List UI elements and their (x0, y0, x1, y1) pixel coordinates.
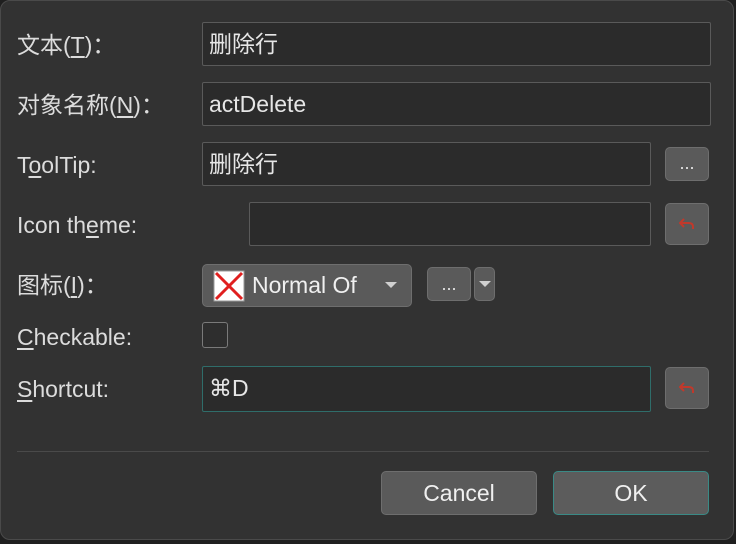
ok-button[interactable]: OK (553, 471, 709, 515)
chevron-down-icon (385, 282, 397, 288)
action-editor-dialog: 文本(T)： 删除行 对象名称(N)： actDelete ToolTip: 删… (0, 0, 734, 540)
icon-theme-field[interactable] (249, 202, 651, 246)
separator (17, 451, 709, 452)
icon-browse-button[interactable]: ... (427, 267, 471, 301)
shortcut-field[interactable]: ⌘D (202, 366, 651, 412)
reset-arrow-icon (678, 382, 694, 393)
icon-theme-label: Icon theme: (17, 212, 138, 238)
shortcut-reset-button[interactable] (665, 367, 709, 409)
chevron-down-icon (479, 281, 491, 287)
reset-arrow-icon (678, 218, 694, 229)
object-name-field[interactable]: actDelete (202, 82, 711, 126)
icon-menu-button[interactable] (474, 267, 495, 301)
icon-theme-reset-button[interactable] (665, 203, 709, 245)
icon-mode-value: Normal Of (252, 272, 357, 298)
text-label: 文本(T)： (17, 32, 116, 58)
cancel-button[interactable]: Cancel (381, 471, 537, 515)
tooltip-label: ToolTip: (17, 152, 97, 178)
icon-label: 图标(I)： (17, 272, 108, 298)
shortcut-label: Shortcut: (17, 376, 110, 402)
icon-mode-combobox[interactable]: Normal Of (202, 264, 412, 307)
tooltip-field[interactable]: 删除行 (202, 142, 651, 186)
tooltip-browse-button[interactable]: ... (665, 147, 709, 181)
checkable-checkbox[interactable] (202, 322, 228, 348)
broken-image-icon (213, 270, 245, 302)
object-name-label: 对象名称(N)： (17, 92, 164, 118)
checkable-label: Checkable: (17, 324, 133, 350)
text-field[interactable]: 删除行 (202, 22, 711, 66)
